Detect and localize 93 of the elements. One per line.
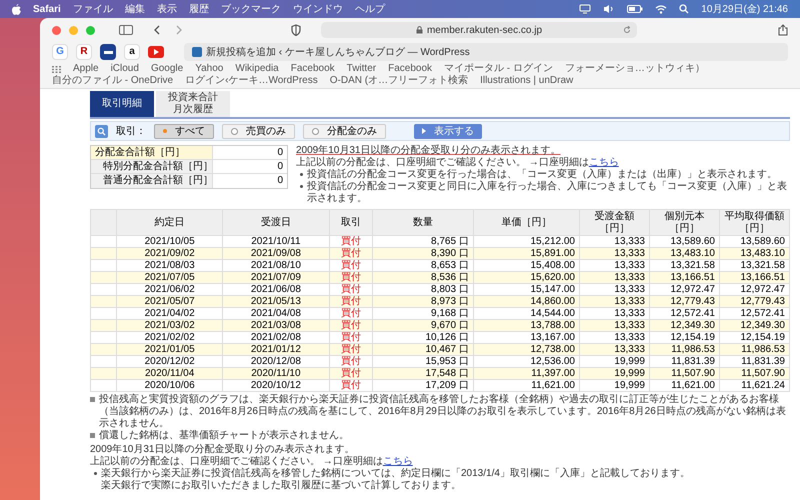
note-bullet-text: 投資信託の分配金コース変更と同日に入庫を行った場合、入庫につきましても「コース変更（入庫）」と表示されます。 — [307, 181, 788, 205]
display-icon[interactable] — [579, 4, 592, 14]
favicon-icon[interactable]: R — [76, 44, 92, 60]
table-header-cell: 受渡日 — [222, 210, 329, 236]
summary-label: 特別分配金合計額［円］ — [91, 160, 213, 173]
table-cell: 17,209 口 — [372, 380, 474, 392]
bullet-icon — [90, 397, 95, 402]
bookmark-link[interactable]: Facebook — [290, 63, 335, 75]
search-icon[interactable] — [679, 4, 690, 14]
account-link[interactable]: こちら — [588, 157, 619, 168]
table-header-cell: 約定日 — [116, 210, 223, 236]
wifi-icon[interactable] — [655, 4, 668, 14]
table-header-cell: 単価［円］ — [473, 210, 580, 236]
table-cell: 2020/10/06 — [116, 380, 223, 392]
summary-label: 普通分配金合計額［円］ — [91, 174, 213, 188]
bookmark-link[interactable]: Wikipedia — [235, 63, 279, 75]
bookmark-link[interactable]: Yahoo — [195, 63, 224, 75]
table-cell: 19,999 — [580, 380, 650, 392]
note-headline: 2009年10月31日以降の分配金受取り分のみ表示されます。 — [90, 444, 354, 456]
radio-option[interactable]: すべて — [154, 124, 214, 138]
summary-value: 0 — [276, 174, 284, 188]
bullet-icon — [300, 185, 303, 188]
table-cell: 11,621.00 — [473, 380, 580, 392]
note-text: 上記以前の分配金は、口座明細でご確認ください。 →口座明細はこちら — [90, 456, 413, 468]
page-tab[interactable]: 投資来合計 月次履歴 — [156, 91, 230, 117]
favicon-icon[interactable] — [100, 44, 116, 60]
table-header-cell — [90, 210, 116, 236]
bookmark-link[interactable]: Twitter — [346, 63, 376, 75]
note-bullet-text: 投資信託の分配金コース変更を行った場合は、「コース変更（入庫）または（出庫）」と表示されます。 — [307, 169, 777, 180]
battery-icon[interactable] — [627, 5, 644, 13]
clock-text[interactable]: 10月29日(金) 21:46 — [701, 2, 788, 16]
bookmark-link[interactable]: 自分のファイル - OneDrive — [52, 75, 174, 87]
url-text: member.rakuten-sec.co.jp — [426, 24, 542, 38]
sidebar-icon[interactable] — [119, 25, 133, 35]
close-button[interactable] — [52, 26, 61, 34]
apple-icon[interactable] — [12, 4, 21, 14]
play-icon[interactable] — [148, 46, 164, 58]
favicon-icon[interactable]: a — [124, 44, 140, 60]
menu-item[interactable]: 編集 — [124, 2, 145, 16]
radio-option[interactable]: 売買のみ — [222, 124, 295, 138]
bookmark-link[interactable]: Google — [150, 63, 184, 75]
tab-title: 新規投稿を追加 ‹ ケーキ屋しんちゃんブログ — WordPress — [206, 46, 470, 60]
bullet-icon — [90, 433, 95, 438]
filter-label: 取引： — [116, 124, 146, 138]
browser-tab[interactable]: 新規投稿を追加 ‹ ケーキ屋しんちゃんブログ — WordPress — [184, 43, 788, 61]
page-tab[interactable]: 取引明細 — [90, 91, 154, 117]
table-cell: 2020/10/12 — [222, 380, 329, 392]
address-bar[interactable]: member.rakuten-sec.co.jp — [321, 22, 637, 38]
grid-icon[interactable] — [52, 66, 61, 72]
bookmark-link[interactable]: Apple — [73, 63, 99, 75]
lock-icon — [416, 26, 423, 34]
menu-item[interactable]: ウインドウ — [292, 2, 343, 16]
note-bullet-text: 楽天銀行で実際にお取引いただきました取引履歴に基づいて計算しております。 — [101, 480, 462, 492]
note-bullet-text: 楽天銀行から楽天証券に投資信託残高を移管した銘柄については、約定日欄に「2013/1/4」取引欄に「入庫」と記載しております。 — [101, 468, 690, 480]
menu-item[interactable]: ブックマーク — [220, 2, 281, 16]
note-headline: 2009年10月31日以降の分配金受取り分のみ表示されます。 — [296, 145, 560, 156]
footnote-text: 投信残高と実質投資額のグラフは、楽天銀行から楽天証券に投資信託残高を移管したお客様（全銘柄）や過去の取引に訂正等が生じたことがあるお客様（当該銘柄のみ）は、2016年8月26日時点の残高を基にして、2016年8月29日以降のお取引を表示しています。2016年8月26日時点の残高がない銘柄は表示されません。 — [99, 394, 787, 430]
table-header-cell: 数量 — [372, 210, 474, 236]
menu-item[interactable]: ファイル — [72, 2, 113, 16]
table-cell: 11,621.00 — [650, 380, 720, 392]
bookmark-link[interactable]: マイポータル - ログイン — [444, 63, 553, 75]
bookmark-link[interactable]: ログイン‹ケーキ…WordPress — [185, 75, 318, 87]
back-icon[interactable] — [153, 25, 160, 35]
footnote-text: 償還した銘柄は、基準価額チャートが表示されません。 — [99, 430, 349, 442]
page-icon — [192, 47, 202, 57]
volume-icon[interactable] — [603, 4, 616, 14]
note-text: 上記以前の分配金は、口座明細でご確認ください。 →口座明細はこちら — [296, 157, 619, 168]
menu-item[interactable]: 表示 — [156, 2, 177, 16]
reload-icon[interactable] — [623, 26, 631, 34]
radio-option[interactable]: 分配金のみ — [303, 124, 386, 138]
account-link[interactable]: こちら — [382, 456, 413, 467]
menu-item[interactable]: 履歴 — [188, 2, 209, 16]
bookmark-link[interactable]: Illustrations | unDraw — [480, 75, 574, 87]
bookmark-link[interactable]: Facebook — [388, 63, 432, 75]
table-cell: 11,621.24 — [720, 380, 790, 392]
menu-app-name[interactable]: Safari — [33, 2, 61, 16]
shield-icon[interactable] — [291, 24, 301, 36]
summary-label: 分配金合計額［円］ — [91, 146, 213, 159]
bookmark-link[interactable]: O-DAN (オ…フリーフォト検索 — [330, 75, 468, 87]
summary-value: 0 — [276, 146, 284, 159]
menu-item[interactable]: ヘルプ — [354, 2, 385, 16]
bookmark-link[interactable]: iCloud — [110, 63, 139, 75]
bullet-icon — [300, 173, 303, 176]
triangle-icon — [422, 128, 426, 134]
bullet-icon — [94, 472, 97, 475]
search-icon — [95, 124, 108, 138]
summary-value: 0 — [276, 160, 284, 173]
table-cell: 買付 — [329, 380, 373, 392]
favicon-icon[interactable]: G — [52, 44, 68, 60]
share-icon[interactable] — [778, 24, 788, 36]
bookmark-link[interactable]: フォーメーショ…ットウィキ） — [564, 63, 705, 75]
show-button[interactable]: 表示する — [414, 124, 482, 138]
table-cell — [90, 380, 116, 392]
